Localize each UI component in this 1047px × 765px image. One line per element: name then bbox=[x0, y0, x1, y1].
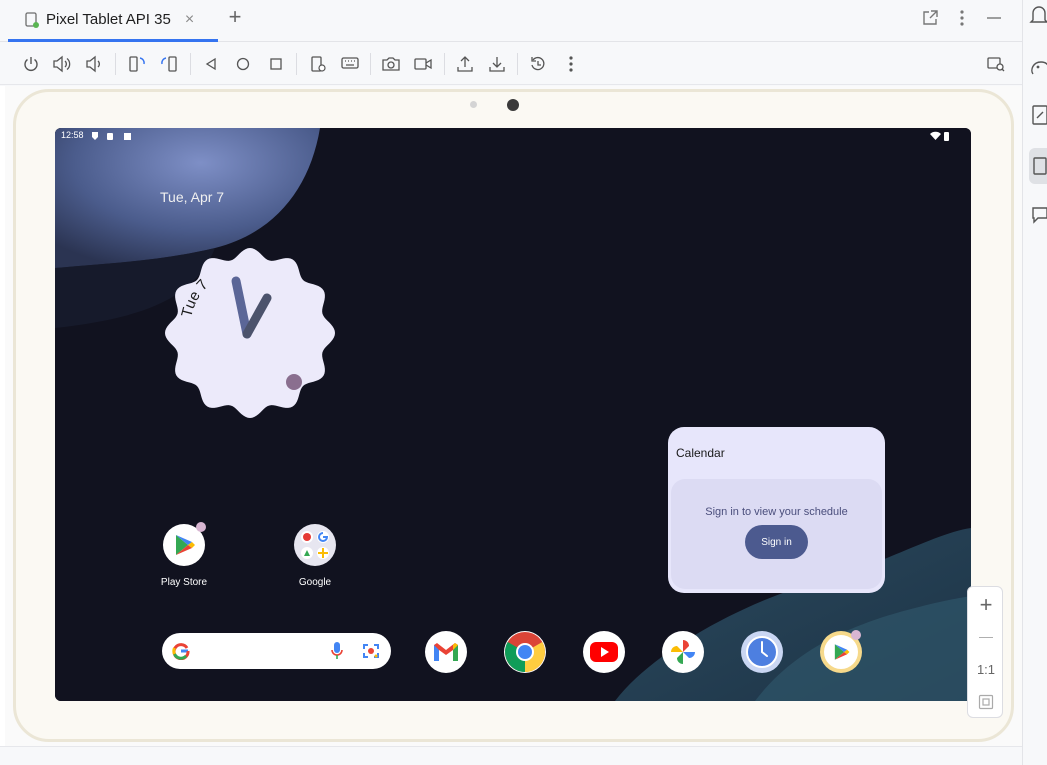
left-panel-edge bbox=[0, 86, 5, 746]
emulator-toolbar bbox=[0, 43, 1022, 85]
wifi-battery-icon bbox=[930, 131, 949, 141]
zoom-fit-icon[interactable] bbox=[968, 691, 1004, 713]
running-devices-icon[interactable] bbox=[1029, 148, 1047, 184]
volume-up-icon[interactable] bbox=[51, 53, 73, 75]
youtube-icon[interactable] bbox=[583, 631, 625, 673]
tab-bar: Pixel Tablet API 35 × + bbox=[0, 0, 1022, 42]
minimize-icon[interactable] bbox=[984, 8, 1004, 28]
home-icon[interactable] bbox=[232, 53, 254, 75]
toolbar-separator bbox=[296, 53, 297, 75]
notifications-icon[interactable] bbox=[1027, 4, 1047, 30]
status-time: 12:58 bbox=[61, 130, 84, 140]
device-screen[interactable]: 12:58 Tue, Apr 7 Tue 7 Play Store Google bbox=[55, 128, 971, 701]
overview-icon[interactable] bbox=[265, 53, 287, 75]
zoom-actual-size-button[interactable]: 1:1 bbox=[968, 659, 1004, 681]
upload-icon[interactable] bbox=[454, 53, 476, 75]
tab-pixel-tablet[interactable]: Pixel Tablet API 35 × bbox=[8, 0, 218, 42]
front-camera bbox=[507, 99, 519, 111]
calendar-signin-button[interactable]: Sign in bbox=[745, 525, 808, 559]
toolbar-separator bbox=[370, 53, 371, 75]
status-bar: 12:58 bbox=[55, 128, 971, 144]
screenshot-icon[interactable] bbox=[380, 53, 402, 75]
google-search-bar[interactable] bbox=[162, 633, 391, 669]
right-tool-sidebar bbox=[1022, 0, 1047, 765]
open-external-icon[interactable] bbox=[920, 8, 940, 28]
emulator-window: Pixel Tablet API 35 × + 12:58 Tue, Apr 7… bbox=[0, 0, 1047, 765]
device-mirror-icon[interactable] bbox=[985, 53, 1007, 75]
rotate-left-icon[interactable] bbox=[126, 53, 148, 75]
screen-record-icon[interactable] bbox=[412, 53, 434, 75]
sensor-dot bbox=[470, 101, 477, 108]
notification-dot bbox=[196, 522, 206, 532]
app-label-google: Google bbox=[298, 577, 332, 588]
device-file-icon[interactable] bbox=[1027, 104, 1047, 130]
toolbar-separator bbox=[190, 53, 191, 75]
home-date: Tue, Apr 7 bbox=[160, 189, 225, 205]
app-label-play-store: Play Store bbox=[160, 577, 208, 588]
notification-dot bbox=[851, 630, 861, 640]
close-tab-icon[interactable]: × bbox=[185, 11, 194, 29]
rotate-right-icon[interactable] bbox=[158, 53, 180, 75]
status-notification-icons bbox=[92, 132, 131, 140]
toolbar-separator bbox=[115, 53, 116, 75]
tab-title: Pixel Tablet API 35 bbox=[46, 11, 171, 28]
zoom-in-button[interactable]: + bbox=[968, 591, 1004, 619]
chat-icon[interactable] bbox=[1027, 204, 1047, 230]
zoom-out-button[interactable]: — bbox=[968, 623, 1004, 649]
google-g-icon bbox=[172, 643, 190, 660]
calendar-signin-message: Sign in to view your schedule bbox=[705, 506, 848, 518]
clock-face: Tue 7 bbox=[165, 248, 335, 418]
calendar-widget-body: Sign in to view your schedule Sign in bbox=[671, 479, 882, 589]
zoom-controls: + — 1:1 bbox=[967, 586, 1003, 718]
toolbar-separator bbox=[444, 53, 445, 75]
back-icon[interactable] bbox=[200, 53, 222, 75]
google-folder-icon[interactable] bbox=[294, 524, 336, 566]
more-vertical-icon[interactable] bbox=[560, 53, 582, 75]
more-vertical-icon[interactable] bbox=[952, 8, 972, 28]
reset-icon[interactable] bbox=[527, 53, 549, 75]
calendar-widget[interactable]: Calendar Sign in to view your schedule S… bbox=[668, 427, 885, 593]
play-games-icon[interactable] bbox=[820, 630, 862, 673]
download-icon[interactable] bbox=[486, 53, 508, 75]
volume-down-icon[interactable] bbox=[83, 53, 105, 75]
power-icon[interactable] bbox=[20, 53, 42, 75]
google-lens-icon[interactable] bbox=[362, 642, 380, 660]
status-strip bbox=[0, 746, 1022, 765]
clock-icon[interactable] bbox=[741, 631, 783, 673]
palette-icon[interactable] bbox=[1027, 56, 1047, 82]
device-settings-icon[interactable] bbox=[307, 53, 329, 75]
microphone-icon[interactable] bbox=[330, 641, 344, 661]
keyboard-icon[interactable] bbox=[339, 53, 361, 75]
clock-widget[interactable]: Tue 7 bbox=[163, 246, 337, 420]
play-store-icon[interactable] bbox=[163, 522, 206, 566]
photos-icon[interactable] bbox=[662, 631, 704, 673]
gmail-icon[interactable] bbox=[425, 631, 467, 673]
calendar-widget-title: Calendar bbox=[676, 446, 725, 460]
chrome-icon[interactable] bbox=[504, 631, 546, 673]
toolbar-separator bbox=[517, 53, 518, 75]
device-icon bbox=[25, 11, 39, 28]
new-tab-button[interactable]: + bbox=[224, 4, 246, 30]
